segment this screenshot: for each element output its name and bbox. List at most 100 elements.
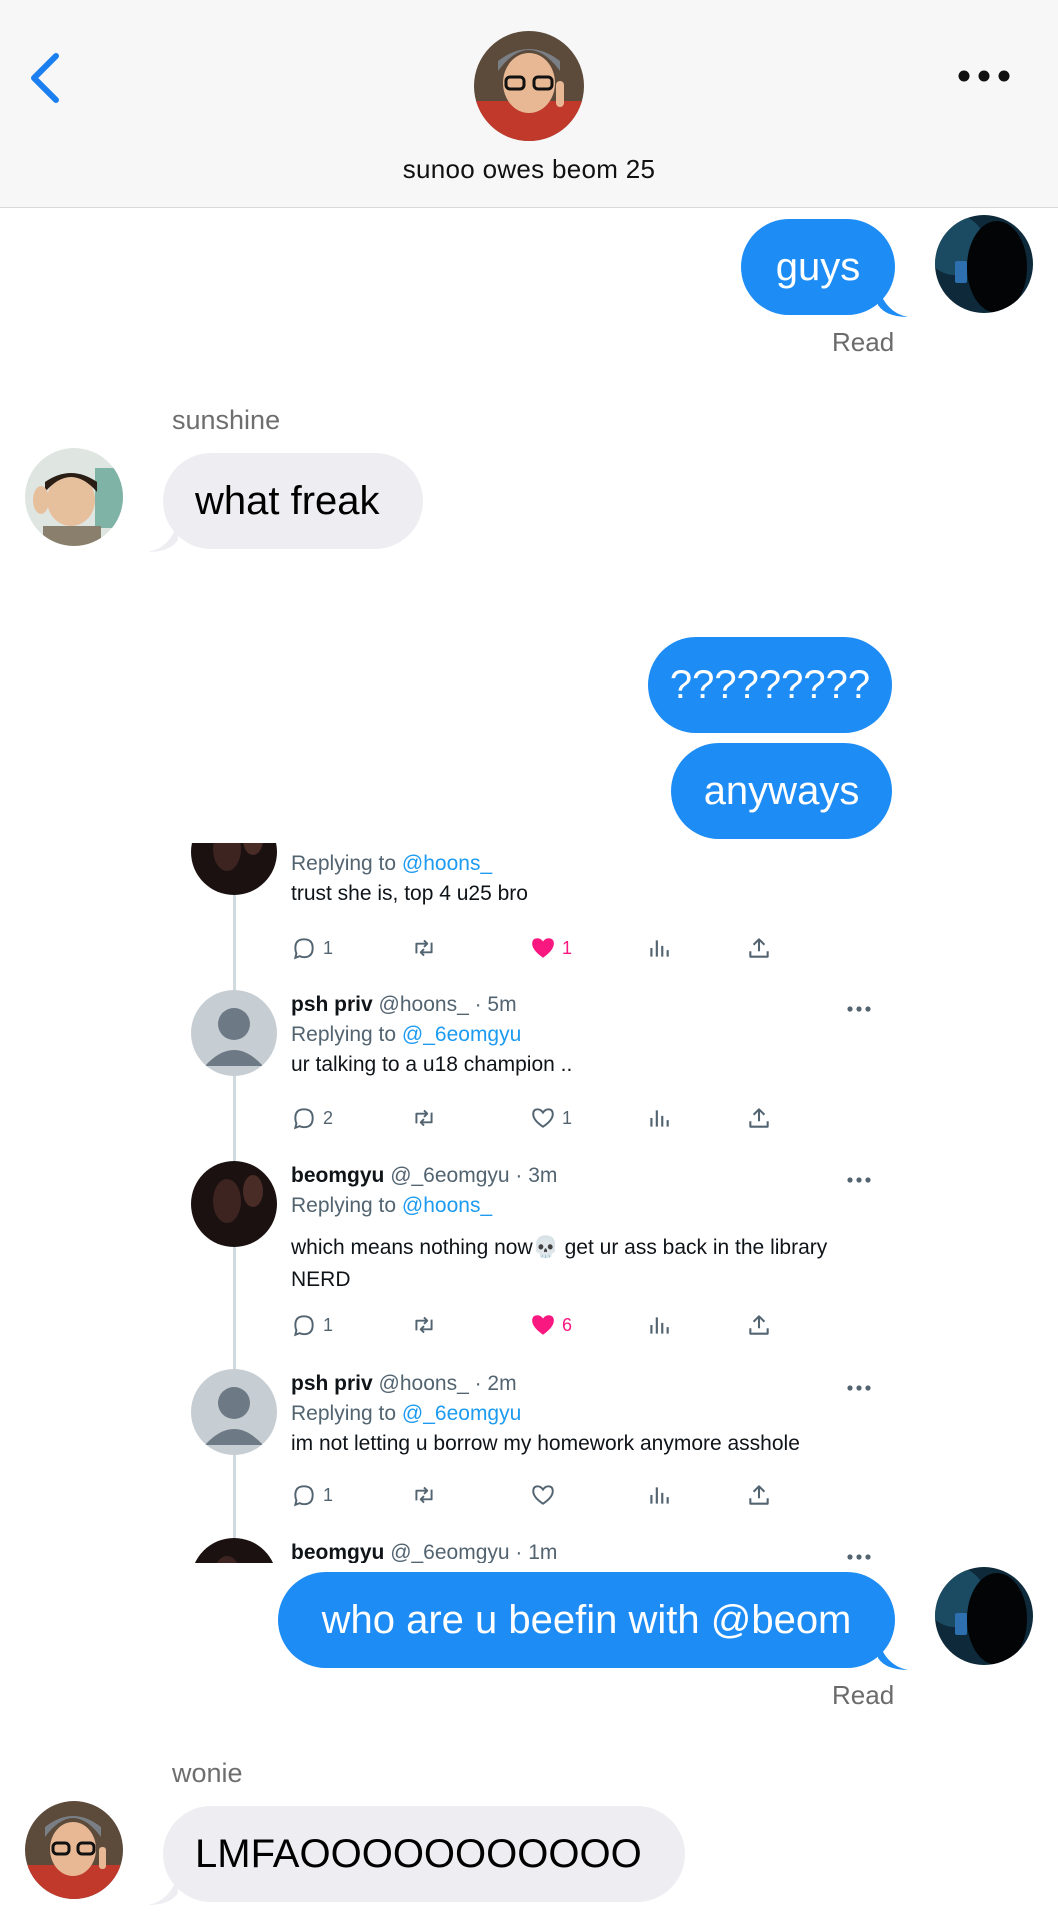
tweet-more-icon[interactable] [846, 1175, 872, 1185]
back-button[interactable] [26, 50, 66, 106]
mention-link[interactable]: @_6eomgyu [402, 1023, 521, 1046]
group-avatar[interactable] [474, 31, 584, 141]
tweet-actions: 1 6 [291, 1310, 811, 1340]
share-icon [749, 1485, 769, 1505]
reply-button[interactable]: 1 [291, 1480, 333, 1510]
message-text: ????????? [669, 662, 871, 707]
message-text: anyways [703, 768, 860, 813]
retweet-button[interactable] [411, 933, 437, 963]
chevron-left-icon [31, 53, 59, 103]
views-chart-icon [650, 1487, 669, 1504]
conversation-header: sunoo owes beom 25 [0, 0, 1058, 208]
read-receipt: Read [832, 327, 895, 357]
tweet-body: which means nothing now💀 get ur ass back… [291, 1236, 828, 1291]
heart-outline-icon [532, 1485, 554, 1505]
my-avatar[interactable] [935, 215, 1033, 313]
tweet-body: trust she is, top 4 u25 bro [291, 882, 528, 905]
tweet-actions: 1 [291, 1480, 811, 1510]
tweet-thread-screenshot[interactable]: Replying to @hoons_ trust she is, top 4 … [180, 843, 880, 1563]
views-button[interactable] [646, 1310, 672, 1340]
received-message-bubble[interactable]: what freak [163, 453, 423, 549]
tweet-more-icon[interactable] [846, 1383, 872, 1393]
mention-link[interactable]: @hoons_ [402, 852, 492, 875]
display-name[interactable]: psh priv [291, 993, 373, 1016]
views-button[interactable] [646, 1103, 672, 1133]
share-button[interactable] [746, 1103, 772, 1133]
share-button[interactable] [746, 933, 772, 963]
views-chart-icon [650, 1317, 669, 1334]
tweet-header: psh priv @hoons_ · 5m [291, 993, 517, 1017]
share-icon [749, 1108, 769, 1128]
tweet-actions: 2 1 [291, 1103, 811, 1133]
sender-name: wonie [172, 1758, 243, 1788]
replying-to: Replying to @_6eomgyu [291, 1402, 522, 1425]
sent-message-bubble[interactable]: anyways [671, 743, 892, 839]
tweet-header: psh priv @hoons_ · 2m [291, 1372, 517, 1396]
display-name[interactable]: beomgyu [291, 1541, 384, 1563]
sent-message-bubble[interactable]: guys [741, 219, 895, 315]
reply-button[interactable]: 1 [291, 1310, 333, 1340]
tweet-header: beomgyu @_6eomgyu · 1m [291, 1541, 557, 1563]
reply-icon [293, 1108, 314, 1130]
tweet-body: im not letting u borrow my homework anym… [291, 1432, 800, 1455]
mention-link[interactable]: @_6eomgyu [402, 1402, 521, 1425]
tweet-avatar[interactable] [191, 990, 277, 1076]
handle-time: @hoons_ · 2m [378, 1372, 517, 1395]
sent-message-bubble[interactable]: ????????? [648, 637, 892, 733]
tweet-header: beomgyu @_6eomgyu · 3m [291, 1164, 557, 1188]
tweet-actions: 1 1 [291, 933, 811, 963]
like-button[interactable] [530, 1480, 562, 1510]
share-button[interactable] [746, 1310, 772, 1340]
sender-name: sunshine [172, 405, 281, 435]
like-button[interactable]: 6 [530, 1310, 572, 1340]
handle-time: @hoons_ · 5m [378, 993, 517, 1016]
more-options-button[interactable] [954, 62, 1014, 90]
group-name[interactable]: sunoo owes beom 25 [0, 154, 1058, 185]
sunshine-avatar[interactable] [25, 448, 123, 546]
replying-to: Replying to @hoons_ [291, 1194, 493, 1217]
display-name[interactable]: psh priv [291, 1372, 373, 1395]
message-text: what freak [195, 478, 380, 523]
views-button[interactable] [646, 933, 672, 963]
heart-filled-icon [532, 938, 554, 958]
received-message-bubble[interactable]: LMFAOOOOOOOOOOO [163, 1806, 685, 1902]
tweet-more-icon[interactable] [846, 1004, 872, 1014]
share-button[interactable] [746, 1480, 772, 1510]
my-avatar[interactable] [935, 1567, 1033, 1665]
message-text: who are u beefin with @beom [321, 1597, 852, 1642]
retweet-button[interactable] [411, 1310, 437, 1340]
display-name[interactable]: beomgyu [291, 1164, 384, 1187]
bubble-tail [878, 287, 908, 317]
heart-filled-icon [532, 1315, 554, 1335]
retweet-button[interactable] [411, 1480, 437, 1510]
tweet-more-icon[interactable] [846, 1552, 872, 1562]
views-button[interactable] [646, 1480, 672, 1510]
heart-outline-icon [532, 1108, 554, 1128]
read-receipt: Read [832, 1680, 895, 1710]
reply-icon [293, 938, 314, 960]
ellipsis-icon [958, 70, 1010, 82]
mention-link[interactable]: @hoons_ [402, 1194, 492, 1217]
handle-time: @_6eomgyu · 1m [390, 1541, 558, 1563]
like-button[interactable]: 1 [530, 1103, 572, 1133]
message-text: LMFAOOOOOOOOOOO [195, 1831, 642, 1876]
share-icon [749, 1315, 769, 1335]
reply-button[interactable]: 2 [291, 1103, 333, 1133]
retweet-button[interactable] [411, 1103, 437, 1133]
like-button[interactable]: 1 [530, 933, 572, 963]
retweet-icon [415, 939, 433, 957]
tweet-avatar[interactable] [191, 1161, 277, 1247]
tweet-avatar[interactable] [191, 1369, 277, 1455]
retweet-icon [415, 1316, 433, 1334]
tweet-avatar [191, 843, 277, 895]
tweet-avatar[interactable] [191, 1538, 277, 1563]
wonie-avatar[interactable] [25, 1801, 123, 1899]
views-chart-icon [650, 940, 669, 957]
views-chart-icon [650, 1110, 669, 1127]
retweet-icon [415, 1486, 433, 1504]
reply-icon [293, 1485, 314, 1507]
bubble-tail [878, 1640, 908, 1670]
sent-message-bubble[interactable]: who are u beefin with @beom [278, 1572, 895, 1668]
reply-button[interactable]: 1 [291, 933, 333, 963]
reply-icon [293, 1315, 314, 1337]
